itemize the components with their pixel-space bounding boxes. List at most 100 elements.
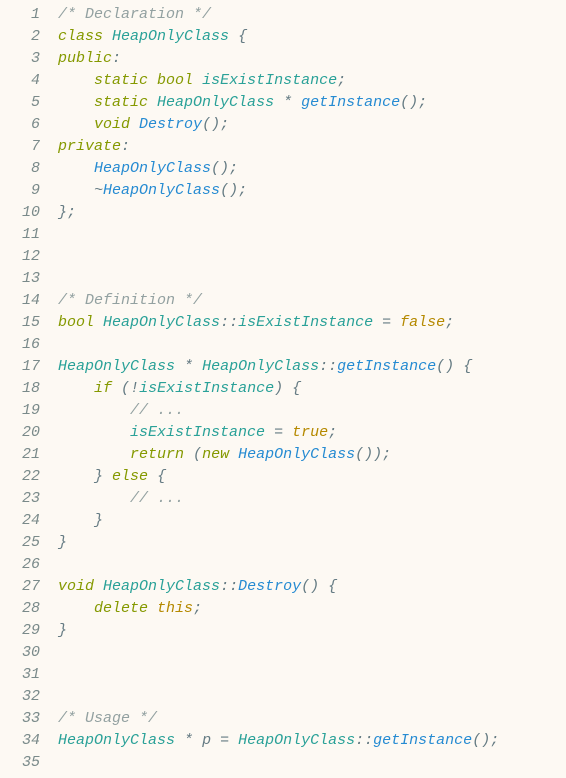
line-number: 28 bbox=[0, 598, 40, 620]
token-type: HeapOnlyClass bbox=[112, 28, 229, 45]
code-line: HeapOnlyClass * HeapOnlyClass::getInstan… bbox=[58, 356, 566, 378]
line-number: 11 bbox=[0, 224, 40, 246]
token-plain bbox=[58, 72, 94, 89]
token-keyword: if bbox=[94, 380, 112, 397]
line-number: 27 bbox=[0, 576, 40, 598]
line-number: 12 bbox=[0, 246, 40, 268]
line-number: 7 bbox=[0, 136, 40, 158]
token-func: HeapOnlyClass bbox=[94, 160, 211, 177]
token-type: isExistInstance bbox=[139, 380, 274, 397]
token-type: HeapOnlyClass bbox=[238, 732, 355, 749]
line-number: 24 bbox=[0, 510, 40, 532]
token-plain bbox=[283, 380, 292, 397]
token-plain bbox=[103, 28, 112, 45]
token-keyword: bool bbox=[58, 314, 94, 331]
token-plain bbox=[112, 380, 121, 397]
token-plain: p bbox=[193, 732, 220, 749]
token-plain bbox=[193, 358, 202, 375]
token-punct: ; bbox=[445, 314, 454, 331]
token-const: false bbox=[400, 314, 445, 331]
token-type: HeapOnlyClass bbox=[58, 358, 175, 375]
code-line: bool HeapOnlyClass::isExistInstance = fa… bbox=[58, 312, 566, 334]
token-plain bbox=[58, 446, 130, 463]
token-plain bbox=[130, 116, 139, 133]
token-const: true bbox=[292, 424, 328, 441]
token-type: HeapOnlyClass bbox=[58, 732, 175, 749]
code-line: class HeapOnlyClass { bbox=[58, 26, 566, 48]
line-number-gutter: 1234567891011121314151617181920212223242… bbox=[0, 4, 50, 774]
line-number: 4 bbox=[0, 70, 40, 92]
line-number: 18 bbox=[0, 378, 40, 400]
token-plain bbox=[58, 424, 130, 441]
token-op: ! bbox=[130, 380, 139, 397]
token-plain bbox=[148, 94, 157, 111]
token-keyword: class bbox=[58, 28, 103, 45]
code-line: HeapOnlyClass * p = HeapOnlyClass::getIn… bbox=[58, 730, 566, 752]
token-plain bbox=[58, 380, 94, 397]
token-plain bbox=[454, 358, 463, 375]
token-punct: { bbox=[157, 468, 166, 485]
token-type: isExistInstance bbox=[202, 72, 337, 89]
token-punct: ; bbox=[193, 600, 202, 617]
code-line: delete this; bbox=[58, 598, 566, 620]
token-keyword: void bbox=[94, 116, 130, 133]
line-number: 35 bbox=[0, 752, 40, 774]
token-plain bbox=[58, 402, 130, 419]
token-type: isExistInstance bbox=[238, 314, 373, 331]
token-punct: ) bbox=[274, 380, 283, 397]
token-comment: /* Declaration */ bbox=[58, 6, 211, 23]
line-number: 13 bbox=[0, 268, 40, 290]
token-punct: ( bbox=[121, 380, 130, 397]
token-plain bbox=[283, 424, 292, 441]
token-keyword: delete bbox=[94, 600, 148, 617]
token-op: = bbox=[220, 732, 229, 749]
code-line: if (!isExistInstance) { bbox=[58, 378, 566, 400]
token-func: Destroy bbox=[139, 116, 202, 133]
token-punct: :: bbox=[220, 578, 238, 595]
token-punct: } bbox=[94, 468, 103, 485]
code-line: void Destroy(); bbox=[58, 114, 566, 136]
token-plain bbox=[94, 578, 103, 595]
token-keyword: return bbox=[130, 446, 184, 463]
token-keyword: static bbox=[94, 94, 148, 111]
code-line bbox=[58, 642, 566, 664]
code-line bbox=[58, 334, 566, 356]
line-number: 1 bbox=[0, 4, 40, 26]
token-op: * bbox=[184, 732, 193, 749]
code-line bbox=[58, 686, 566, 708]
code-line: } bbox=[58, 510, 566, 532]
token-punct: (); bbox=[220, 182, 247, 199]
code-line bbox=[58, 268, 566, 290]
line-number: 5 bbox=[0, 92, 40, 114]
token-func: getInstance bbox=[373, 732, 472, 749]
code-line: public: bbox=[58, 48, 566, 70]
token-type: HeapOnlyClass bbox=[157, 94, 274, 111]
token-op: * bbox=[283, 94, 292, 111]
token-punct: { bbox=[463, 358, 472, 375]
token-op: * bbox=[184, 358, 193, 375]
token-op: = bbox=[274, 424, 283, 441]
line-number: 30 bbox=[0, 642, 40, 664]
token-plain bbox=[58, 490, 130, 507]
token-punct: { bbox=[328, 578, 337, 595]
line-number: 31 bbox=[0, 664, 40, 686]
code-line: // ... bbox=[58, 400, 566, 422]
line-number: 20 bbox=[0, 422, 40, 444]
token-punct: ; bbox=[337, 72, 346, 89]
token-func: HeapOnlyClass bbox=[238, 446, 355, 463]
token-this: this bbox=[157, 600, 193, 617]
token-func: HeapOnlyClass bbox=[103, 182, 220, 199]
token-plain bbox=[58, 182, 94, 199]
token-punct: } bbox=[94, 512, 103, 529]
token-plain bbox=[229, 446, 238, 463]
token-comment: // ... bbox=[130, 490, 184, 507]
line-number: 2 bbox=[0, 26, 40, 48]
token-keyword: void bbox=[58, 578, 94, 595]
code-line: static bool isExistInstance; bbox=[58, 70, 566, 92]
line-number: 25 bbox=[0, 532, 40, 554]
token-func: Destroy bbox=[238, 578, 301, 595]
code-line: static HeapOnlyClass * getInstance(); bbox=[58, 92, 566, 114]
code-line: /* Declaration */ bbox=[58, 4, 566, 26]
token-keyword: static bbox=[94, 72, 148, 89]
token-func: getInstance bbox=[301, 94, 400, 111]
